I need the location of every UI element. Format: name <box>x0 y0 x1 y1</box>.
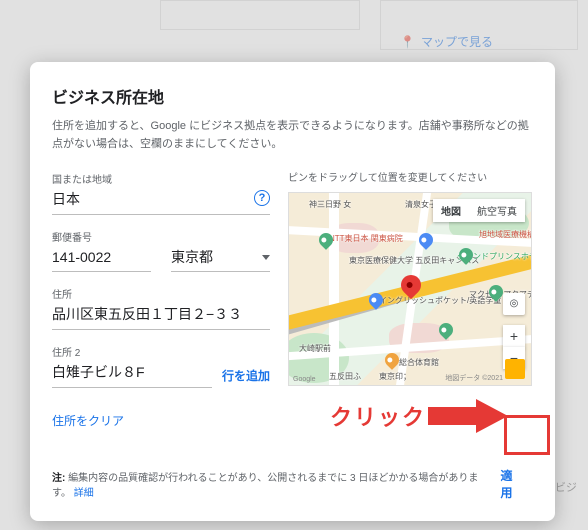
add-address-line-button[interactable]: 行を追加 <box>222 367 270 388</box>
address2-label: 住所 2 <box>52 344 270 359</box>
map-label: 神三日野 女 <box>309 199 351 210</box>
address-label: 住所 <box>52 286 270 301</box>
map-label: 旭地域医療機構 東京 <box>479 229 532 240</box>
dialog-description: 住所を追加すると、Google にビジネス拠点を表示できるようになります。店舗や… <box>52 118 533 153</box>
footer-note-text: 編集内容の品質確認が行われることがあり、公開されるまでに 3 日ほどかかる場合が… <box>52 473 478 499</box>
business-location-dialog: ビジネス所在地 住所を追加すると、Google にビジネス拠点を表示できるように… <box>30 62 555 521</box>
map-type-satellite-button[interactable]: 航空写真 <box>469 199 525 222</box>
map-instruction: ピンをドラッグして位置を変更してください <box>288 171 533 186</box>
address-value: 品川区東五反田１丁目２−３３ <box>52 305 270 325</box>
address2-value: 白雉子ビル８F <box>52 363 212 383</box>
footer-note-prefix: 注: <box>52 473 65 484</box>
map-road <box>329 192 339 386</box>
prefecture-value: 東京都 <box>171 248 213 268</box>
map-label: 東京印； <box>379 371 411 382</box>
map-pin-icon: 📍 <box>400 35 415 49</box>
map-type-toggle: 地図 航空写真 <box>433 199 525 222</box>
map-type-map-button[interactable]: 地図 <box>433 199 469 222</box>
map-label: 大崎駅前 <box>299 343 331 354</box>
map-column: ピンをドラッグして位置を変更してください 神三日野 女 清泉女子大学 NTT東日… <box>288 171 533 428</box>
prefecture-field[interactable]: 東京都 <box>171 246 270 273</box>
bg-card <box>160 0 360 30</box>
view-on-map-link[interactable]: 📍 マップで見る <box>400 33 493 50</box>
apply-button[interactable]: 適用 <box>491 461 534 507</box>
chevron-down-icon <box>262 255 270 260</box>
country-field[interactable]: 日本 ? <box>52 188 270 215</box>
clear-address-link[interactable]: 住所をクリア <box>52 412 124 429</box>
address-field[interactable]: 品川区東五反田１丁目２−３３ <box>52 303 270 330</box>
map-copyright: Google <box>293 376 316 383</box>
street-view-icon[interactable] <box>505 359 525 379</box>
postal-value: 141-0022 <box>52 248 151 268</box>
map-label: 総合体育館 <box>399 357 439 368</box>
map-zoom-in-button[interactable]: + <box>503 325 525 348</box>
postal-field[interactable]: 141-0022 <box>52 246 151 273</box>
address2-field[interactable]: 白雉子ビル８F <box>52 361 212 388</box>
country-value: 日本 <box>52 190 270 210</box>
footer-note: 注: 編集内容の品質確認が行われることがあり、公開されるまでに 3 日ほどかかる… <box>52 469 491 499</box>
map-label: NTT東日本 関東病院 <box>329 233 403 244</box>
map-locate-button[interactable]: ◎ <box>503 293 525 315</box>
map-data-copyright: 地図データ ©2021 <box>445 373 503 383</box>
country-label: 国または地域 <box>52 171 270 186</box>
address-form: 国または地域 日本 ? 郵便番号 141-0022 東京都 住所 品 <box>52 171 270 428</box>
footer-details-link[interactable]: 詳細 <box>74 488 94 499</box>
dialog-title: ビジネス所在地 <box>52 84 533 108</box>
dialog-footer: 注: 編集内容の品質確認が行われることがあり、公開されるまでに 3 日ほどかかる… <box>52 451 533 507</box>
map-label: 五反田ふ <box>329 371 361 382</box>
view-on-map-text: マップで見る <box>421 33 493 50</box>
postal-label: 郵便番号 <box>52 229 270 244</box>
map-canvas[interactable]: 神三日野 女 清泉女子大学 NTT東日本 関東病院 東京医療保健大学 五反田キャ… <box>288 192 532 386</box>
